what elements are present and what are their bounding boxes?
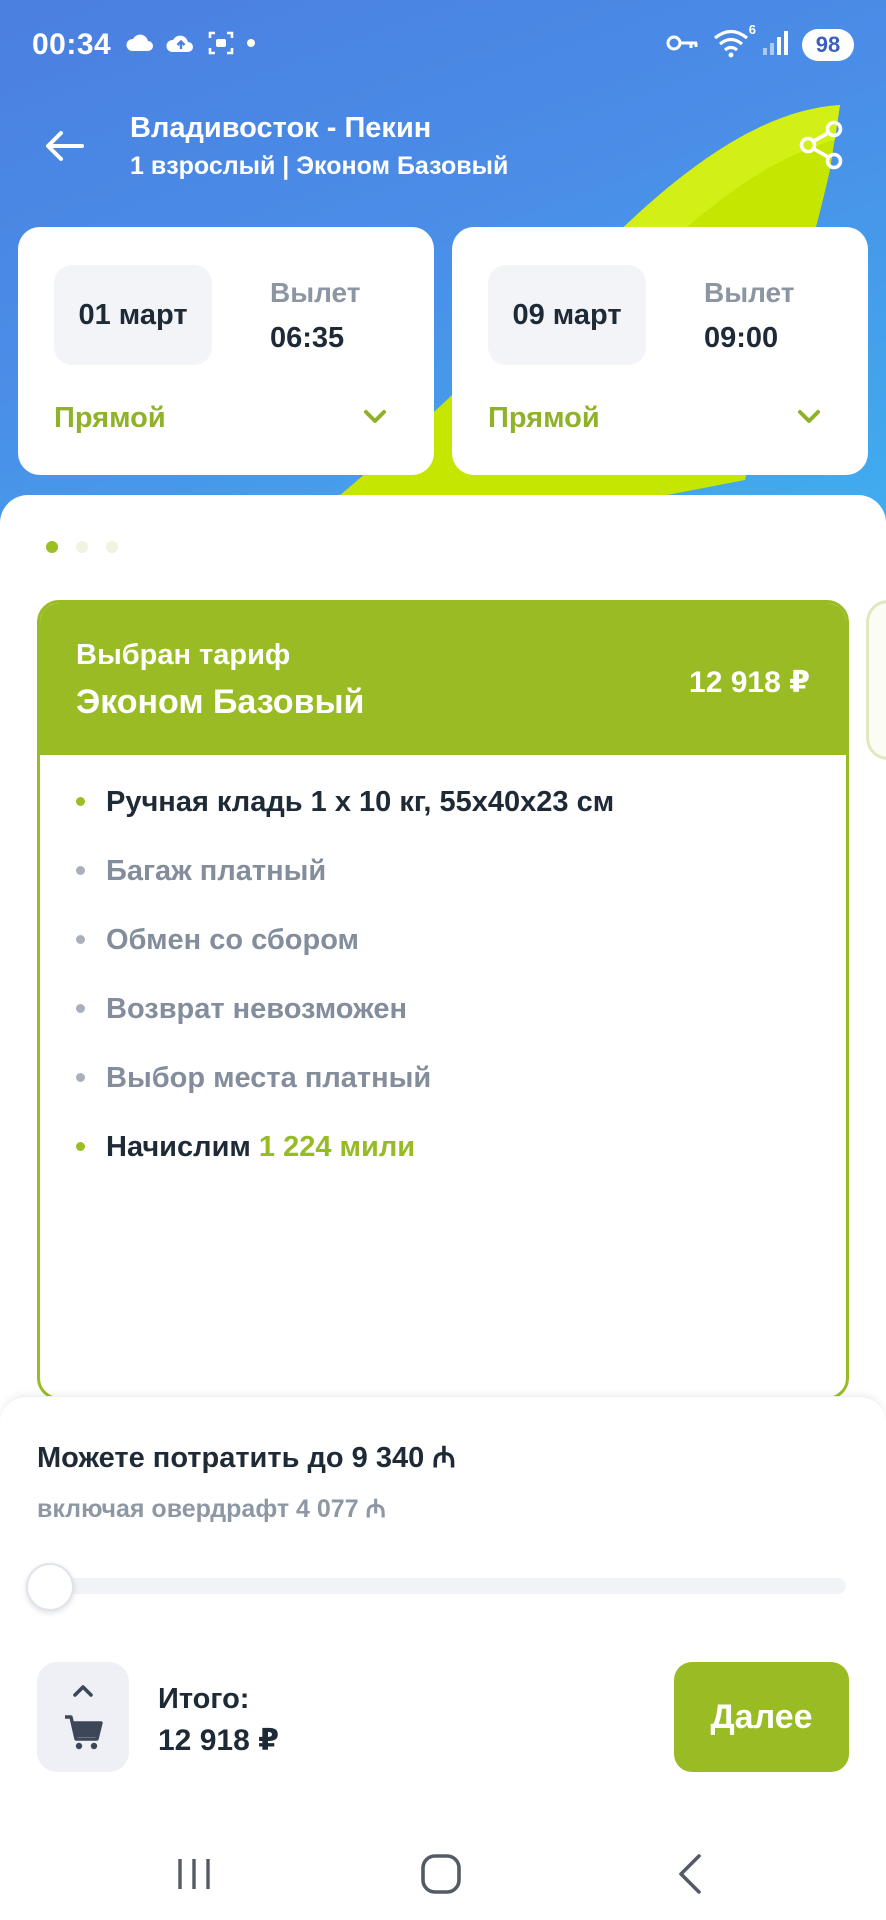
tariff-name: Эконом Базовый bbox=[76, 683, 365, 721]
key-icon bbox=[666, 33, 700, 58]
bullet-icon bbox=[76, 1004, 85, 1013]
back-button[interactable] bbox=[40, 122, 88, 170]
flight-date: 09 март bbox=[488, 265, 646, 365]
flight-date: 01 март bbox=[54, 265, 212, 365]
recent-apps-button[interactable] bbox=[164, 1846, 224, 1902]
feature-item: Возврат невозможен bbox=[76, 992, 614, 1061]
miles-slider-track[interactable] bbox=[30, 1578, 846, 1594]
home-button[interactable] bbox=[411, 1846, 471, 1902]
top-app-bar: Владивосток - Пекин 1 взрослый | Эконом … bbox=[0, 100, 886, 190]
battery-indicator: 98 bbox=[802, 29, 854, 61]
feature-item: Обмен со сбором bbox=[76, 923, 614, 992]
bullet-icon bbox=[76, 1073, 85, 1082]
system-navigation-bar bbox=[0, 1830, 886, 1920]
miles-slider-thumb[interactable] bbox=[26, 1563, 74, 1611]
feature-item: Ручная кладь 1 х 10 кг, 55х40х23 см bbox=[76, 785, 614, 854]
share-icon bbox=[799, 120, 843, 170]
notification-dot-icon bbox=[245, 36, 257, 54]
home-icon bbox=[421, 1854, 461, 1894]
flight-type: Прямой bbox=[488, 402, 600, 434]
total-value: 12 918 ₽ bbox=[158, 1724, 279, 1757]
pager-dot[interactable] bbox=[106, 541, 118, 553]
wifi-icon: 6 bbox=[712, 22, 756, 63]
departure-label: Вылет bbox=[270, 277, 361, 308]
cloud-upload-icon bbox=[165, 32, 197, 59]
signal-icon bbox=[762, 30, 790, 61]
tariff-pager-dots bbox=[46, 541, 118, 553]
cart-icon bbox=[65, 1685, 103, 1750]
next-button[interactable]: Далее bbox=[674, 1662, 849, 1772]
miles-value: 1 224 мили bbox=[258, 1131, 416, 1163]
tariff-price: 12 918 ₽ bbox=[689, 666, 810, 699]
tariff-features: Ручная кладь 1 х 10 кг, 55х40х23 см Бага… bbox=[76, 785, 614, 1199]
route-title: Владивосток - Пекин bbox=[130, 112, 432, 144]
feature-item: Выбор места платный bbox=[76, 1061, 614, 1130]
status-time: 00:34 bbox=[32, 28, 112, 61]
cloud-icon bbox=[125, 33, 155, 58]
wifi-badge: 6 bbox=[748, 21, 756, 37]
route-subtitle: 1 взрослый | Эконом Базовый bbox=[130, 152, 509, 180]
bullet-icon bbox=[76, 866, 85, 875]
cart-button[interactable] bbox=[37, 1662, 129, 1772]
bullet-icon bbox=[76, 1142, 85, 1151]
tariff-card[interactable]: Выбран тариф Эконом Базовый 12 918 ₽ Руч… bbox=[37, 600, 849, 1400]
bullet-icon bbox=[76, 797, 85, 806]
bullet-icon bbox=[76, 935, 85, 944]
tariff-caption: Выбран тариф bbox=[76, 639, 291, 671]
departure-label: Вылет bbox=[704, 277, 795, 308]
feature-item-miles: Начислим 1 224 мили bbox=[76, 1130, 614, 1199]
recent-apps-icon bbox=[178, 1859, 210, 1889]
departure-time: 06:35 bbox=[270, 322, 345, 354]
pager-dot[interactable] bbox=[76, 541, 88, 553]
feature-item: Багаж платный bbox=[76, 854, 614, 923]
tariff-header: Выбран тариф Эконом Базовый 12 918 ₽ bbox=[40, 603, 846, 755]
pager-dot[interactable] bbox=[46, 541, 58, 553]
flight-type: Прямой bbox=[54, 402, 166, 434]
outbound-flight-card[interactable]: 01 март Вылет 06:35 Прямой bbox=[18, 227, 434, 475]
status-bar: 00:34 6 98 bbox=[0, 0, 886, 90]
screenshot-icon bbox=[207, 30, 235, 61]
miles-overdraft-subtitle: включая овердрафт 4 077 ₼ bbox=[37, 1495, 386, 1523]
system-back-button[interactable] bbox=[660, 1846, 720, 1902]
miles-spend-title: Можете потратить до 9 340 ₼ bbox=[37, 1442, 456, 1474]
chevron-left-icon bbox=[679, 1854, 701, 1894]
arrow-left-icon bbox=[46, 131, 84, 161]
chevron-down-icon[interactable] bbox=[794, 405, 824, 429]
total-label: Итого: bbox=[158, 1683, 250, 1715]
chevron-down-icon[interactable] bbox=[360, 405, 390, 429]
return-flight-card[interactable]: 09 март Вылет 09:00 Прямой bbox=[452, 227, 868, 475]
next-tariff-card-peek[interactable] bbox=[866, 600, 886, 760]
departure-time: 09:00 bbox=[704, 322, 779, 354]
share-button[interactable] bbox=[796, 118, 846, 172]
